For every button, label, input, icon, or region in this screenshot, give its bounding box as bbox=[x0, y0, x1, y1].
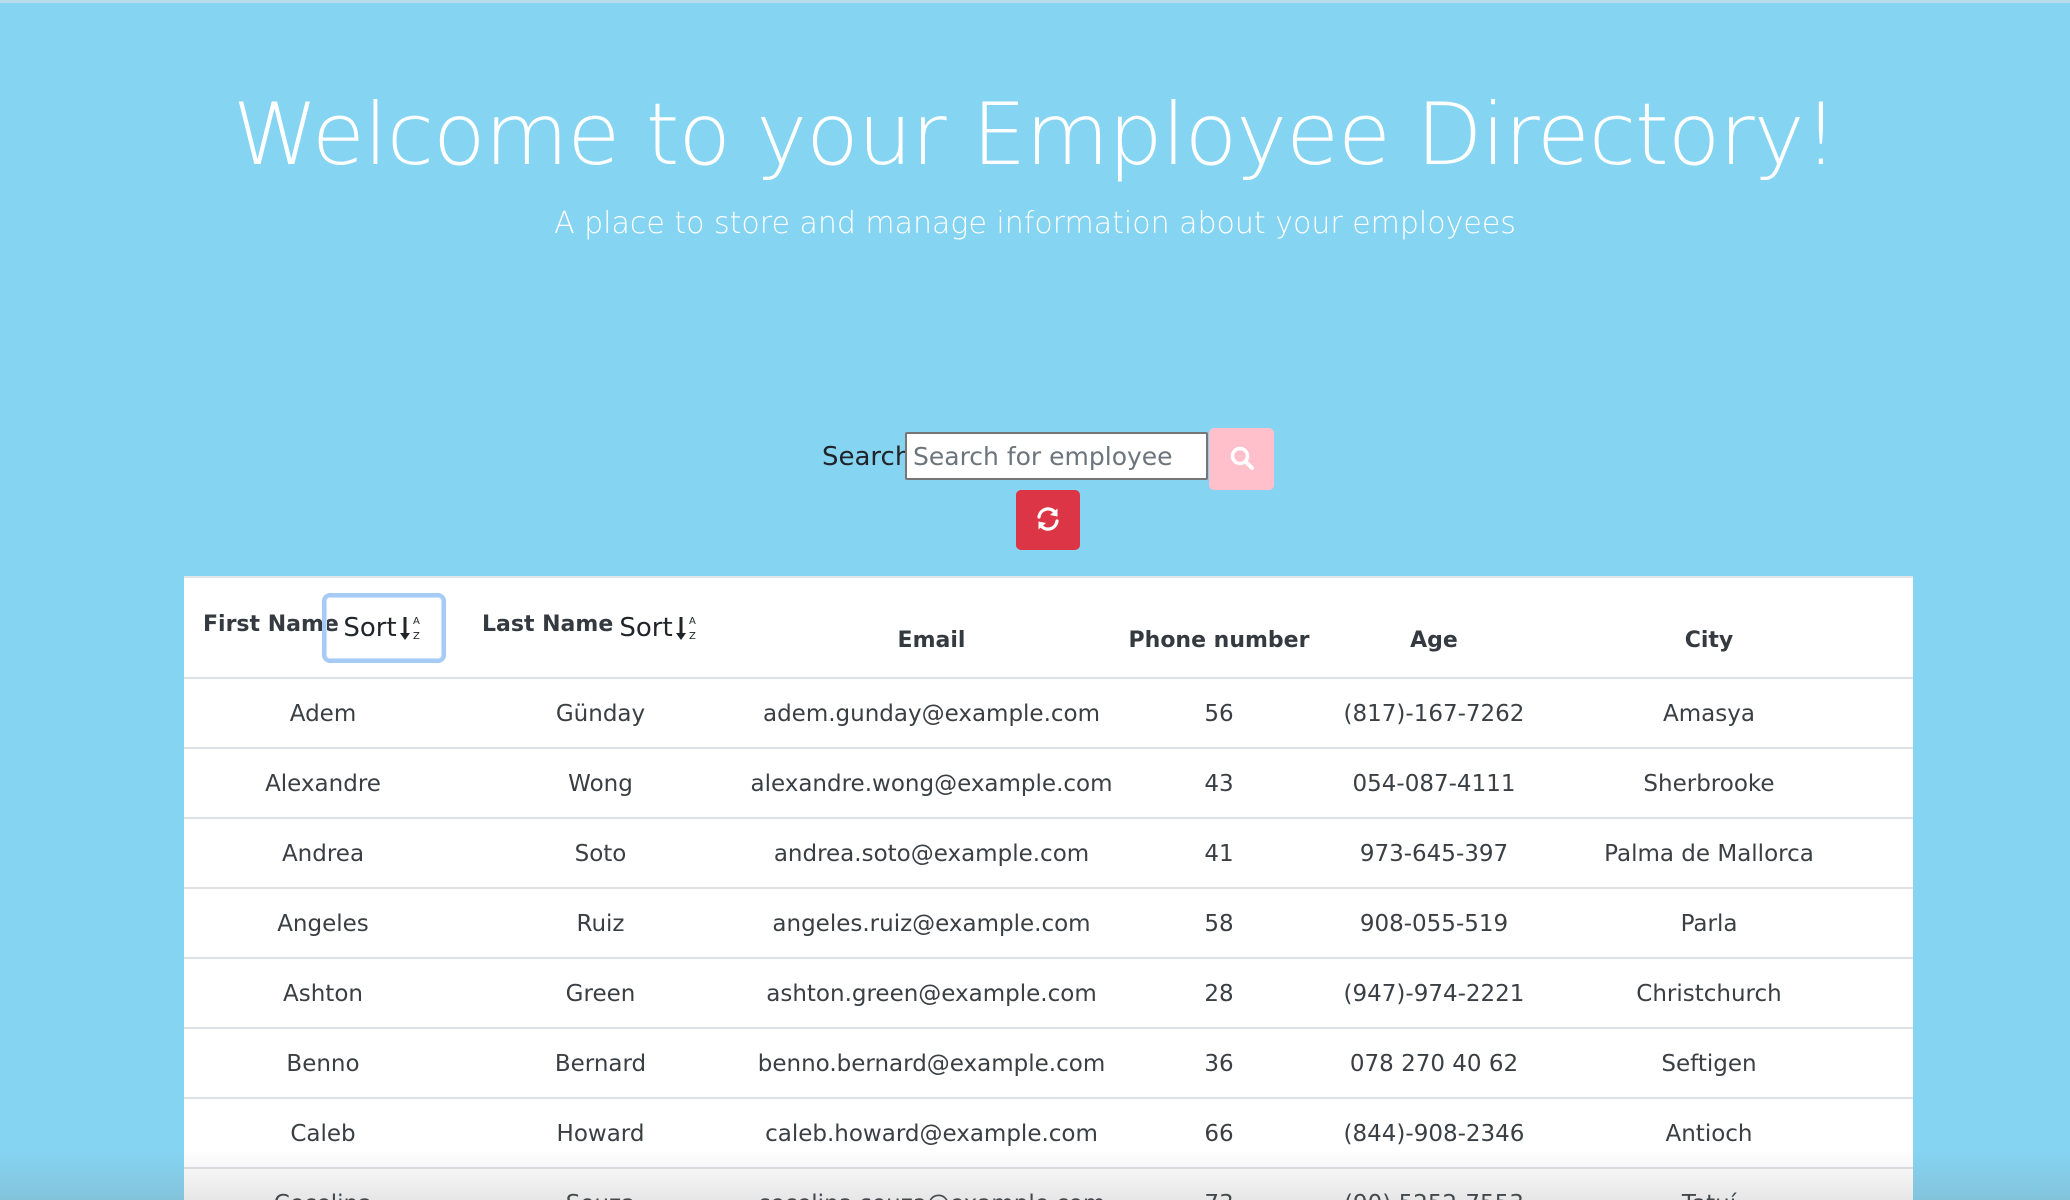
cell-city: Antioch bbox=[1665, 1121, 1753, 1147]
cell-phone-number: 41 bbox=[1204, 841, 1234, 867]
search-button[interactable] bbox=[1209, 428, 1274, 490]
cell-email: cecelina.souza@example.com bbox=[739, 1169, 1124, 1200]
header-email: Email bbox=[897, 628, 966, 653]
cell-age: (947)-974-2221 bbox=[1343, 981, 1525, 1007]
table-body: Adem Günday adem.gunday@example.com 56 (817)… bbox=[184, 679, 1913, 1200]
cell-email: ashton.green@example.com bbox=[766, 981, 1097, 1007]
search-input[interactable] bbox=[905, 432, 1208, 480]
cell-phone-number: 66 bbox=[1204, 1121, 1234, 1147]
cell-last-name: Günday bbox=[555, 701, 646, 727]
cell-last-name: Wong bbox=[568, 771, 633, 797]
table-row: Caleb Howard caleb.howard@example.com 66 (84… bbox=[184, 1099, 1913, 1169]
svg-text:Z: Z bbox=[413, 631, 420, 642]
sort-alpha-down-icon: A Z bbox=[399, 613, 425, 643]
cell-age: (90) 5252-7553 bbox=[1314, 1169, 1554, 1200]
svg-text:Z: Z bbox=[689, 631, 696, 642]
cell-first-name: Angeles bbox=[277, 911, 369, 937]
sort-last-name-button[interactable]: Sort A Z bbox=[598, 593, 722, 663]
cell-age: 054-087-4111 bbox=[1352, 771, 1516, 797]
table-row: Andrea Soto andrea.soto@example.com 41 973-6… bbox=[184, 819, 1913, 889]
cell-email: caleb.howard@example.com bbox=[765, 1121, 1098, 1147]
cell-city: Seftigen bbox=[1661, 1051, 1757, 1077]
cell-age: 908-055-519 bbox=[1359, 911, 1509, 937]
header-city: City bbox=[1684, 628, 1734, 653]
cell-phone-number: 73 bbox=[1124, 1169, 1314, 1200]
cell-last-name: Soto bbox=[574, 841, 627, 867]
cell-first-name: Andrea bbox=[281, 841, 365, 867]
cell-email: andrea.soto@example.com bbox=[773, 841, 1090, 867]
cell-email: adem.gunday@example.com bbox=[762, 701, 1101, 727]
table-row: Angeles Ruiz angeles.ruiz@example.com 58 908… bbox=[184, 889, 1913, 959]
header-first-name: First Name bbox=[203, 612, 339, 637]
svg-text:A: A bbox=[413, 616, 420, 627]
cell-first-name: Adem bbox=[289, 701, 357, 727]
cell-first-name: Cecelina bbox=[184, 1169, 462, 1200]
page-title: Welcome to your Employee Directory! bbox=[232, 85, 1838, 185]
refresh-button[interactable] bbox=[1016, 490, 1080, 550]
cell-first-name: Caleb bbox=[290, 1121, 356, 1147]
table-header-row: First Name Sort A Z Last Name Sort A Z E… bbox=[184, 578, 1913, 679]
table-row: CecelinaSouzacecelina.souza@example.com7… bbox=[184, 1169, 1913, 1200]
cell-city: Palma de Mallorca bbox=[1604, 841, 1814, 867]
cell-age: 078 270 40 62 bbox=[1349, 1051, 1519, 1077]
cell-last-name: Souza bbox=[462, 1169, 739, 1200]
search-icon bbox=[1229, 445, 1255, 474]
table-row: Adem Günday adem.gunday@example.com 56 (817)… bbox=[184, 679, 1913, 749]
cell-city: Sherbrooke bbox=[1643, 771, 1775, 797]
table-row: Alexandre Wong alexandre.wong@example.com 4… bbox=[184, 749, 1913, 819]
cell-first-name: Benno bbox=[286, 1051, 360, 1077]
page-subtitle: A place to store and manage information … bbox=[554, 206, 1516, 241]
top-border bbox=[0, 0, 2070, 3]
sort-alpha-down-icon: A Z bbox=[675, 613, 701, 643]
cell-email: benno.bernard@example.com bbox=[757, 1051, 1106, 1077]
header-phone: Phone number bbox=[1128, 628, 1310, 653]
table-row: Ashton Green ashton.green@example.com 28 (94… bbox=[184, 959, 1913, 1029]
cell-last-name: Ruiz bbox=[576, 911, 625, 937]
header-last-name: Last Name bbox=[482, 612, 614, 637]
cell-city: Amasya bbox=[1663, 701, 1755, 727]
cell-email: alexandre.wong@example.com bbox=[750, 771, 1113, 797]
cell-email: angeles.ruiz@example.com bbox=[772, 911, 1091, 937]
cell-first-name: Alexandre bbox=[265, 771, 381, 797]
cell-age: 973-645-397 bbox=[1359, 841, 1509, 867]
sort-label: Sort bbox=[343, 613, 397, 643]
refresh-icon bbox=[1035, 506, 1061, 535]
cell-phone-number: 56 bbox=[1204, 701, 1234, 727]
cell-first-name: Ashton bbox=[283, 981, 363, 1007]
cell-last-name: Bernard bbox=[554, 1051, 647, 1077]
search-bar: Search bbox=[0, 428, 2070, 490]
svg-text:A: A bbox=[689, 616, 696, 627]
cell-last-name: Green bbox=[565, 981, 636, 1007]
cell-city: Parla bbox=[1680, 911, 1738, 937]
cell-phone-number: 43 bbox=[1204, 771, 1234, 797]
cell-city: Tatuí bbox=[1554, 1169, 1864, 1200]
cell-phone-number: 58 bbox=[1204, 911, 1234, 937]
sort-label: Sort bbox=[619, 613, 673, 643]
cell-phone-number: 36 bbox=[1204, 1051, 1234, 1077]
employee-table: First Name Sort A Z Last Name Sort A Z E… bbox=[184, 576, 1913, 1200]
cell-phone-number: 28 bbox=[1204, 981, 1234, 1007]
cell-city: Christchurch bbox=[1636, 981, 1782, 1007]
sort-first-name-button[interactable]: Sort A Z bbox=[322, 593, 446, 663]
cell-last-name: Howard bbox=[556, 1121, 645, 1147]
table-row: Benno Bernard benno.bernard@example.com 36 0… bbox=[184, 1029, 1913, 1099]
header-age: Age bbox=[1410, 628, 1458, 653]
cell-age: (844)-908-2346 bbox=[1343, 1121, 1525, 1147]
search-label: Search bbox=[822, 442, 912, 472]
cell-age: (817)-167-7262 bbox=[1343, 701, 1525, 727]
